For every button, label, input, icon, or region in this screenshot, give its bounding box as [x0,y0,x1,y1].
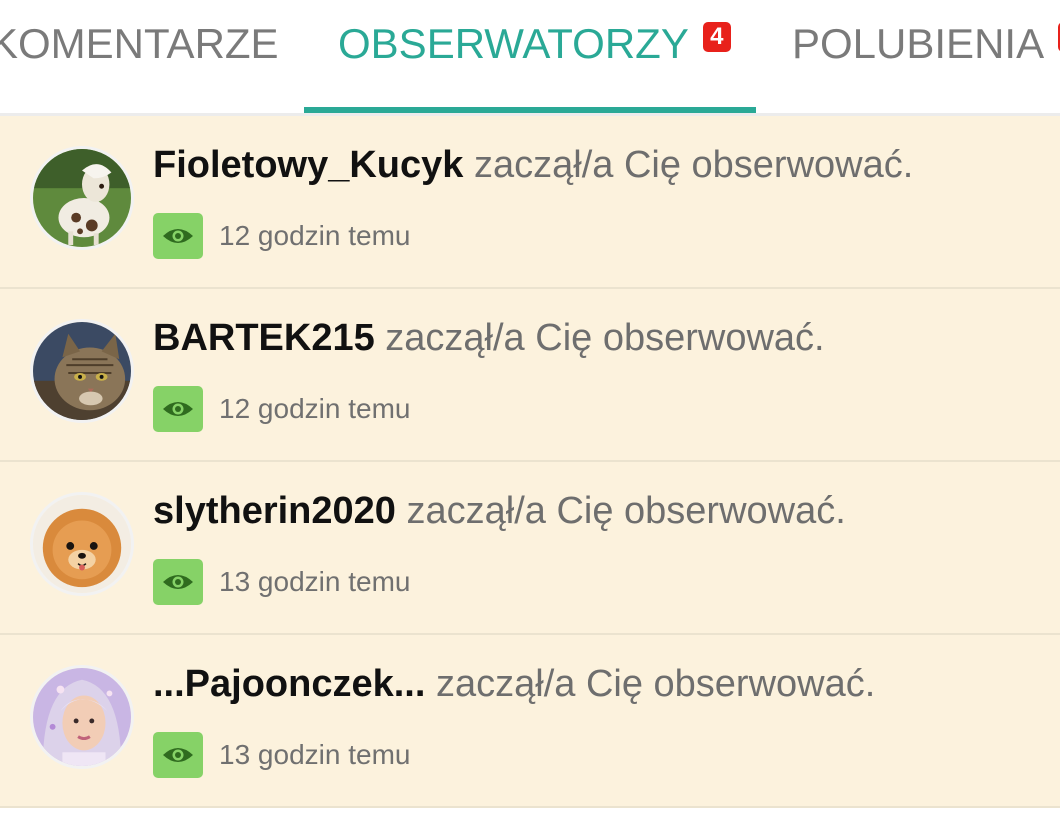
active-tab-indicator [304,107,756,113]
action-text: zaczął/a Cię obserwować. [463,144,914,186]
notification-item[interactable]: ...Pajoonczek... zaczął/a Cię obserwować… [0,635,1060,808]
notification-meta: 13 godzin temu [153,558,410,606]
notification-meta: 12 godzin temu [153,212,410,260]
eye-icon [153,386,203,432]
username-link[interactable]: Fioletowy_Kucyk [153,144,463,186]
notification-text: BARTEK215 zaczął/a Cię obserwować. [153,317,825,360]
action-text: zaczął/a Cię obserwować. [395,490,846,532]
timestamp: 13 godzin temu [219,566,411,597]
notification-meta: 12 godzin temu [153,385,410,433]
tab-label: KOMENTARZE [0,20,279,67]
notification-text: ...Pajoonczek... zaczął/a Cię obserwować… [153,663,875,706]
tab-polubienia[interactable]: POLUBIENIA [792,20,1060,68]
timestamp: 12 godzin temu [219,393,411,424]
notification-meta: 13 godzin temu [153,731,410,779]
cat-avatar[interactable] [30,319,134,423]
notification-text: slytherin2020 zaczął/a Cię obserwować. [153,490,846,533]
notification-text: Fioletowy_Kucyk zaczął/a Cię obserwować. [153,144,913,187]
tab-label: POLUBIENIA [792,20,1045,67]
tab-obserwatorzy[interactable]: OBSERWATORZY 4 [338,20,731,68]
pony-avatar[interactable] [30,146,134,250]
username-link[interactable]: BARTEK215 [153,317,375,359]
tab-bar: KOMENTARZE OBSERWATORZY 4 POLUBIENIA [0,0,1060,116]
count-badge: 4 [702,22,731,52]
pomeranian-avatar[interactable] [30,492,134,596]
username-link[interactable]: slytherin2020 [153,490,396,532]
timestamp: 12 godzin temu [219,220,411,251]
action-text: zaczął/a Cię obserwować. [425,663,876,705]
username-link[interactable]: ...Pajoonczek... [153,663,425,705]
eye-icon [153,213,203,259]
timestamp: 13 godzin temu [219,739,411,770]
notification-item[interactable]: BARTEK215 zaczął/a Cię obserwować. 12 go… [0,289,1060,462]
action-text: zaczął/a Cię obserwować. [374,317,825,359]
eye-icon [153,732,203,778]
tab-label: OBSERWATORZY [338,20,689,67]
tab-komentarze[interactable]: KOMENTARZE [0,20,279,68]
notification-item[interactable]: Fioletowy_Kucyk zaczął/a Cię obserwować.… [0,116,1060,289]
person-avatar[interactable] [30,665,134,769]
notification-item[interactable]: slytherin2020 zaczął/a Cię obserwować. 1… [0,462,1060,635]
eye-icon [153,559,203,605]
notification-list: Fioletowy_Kucyk zaczął/a Cię obserwować.… [0,116,1060,808]
